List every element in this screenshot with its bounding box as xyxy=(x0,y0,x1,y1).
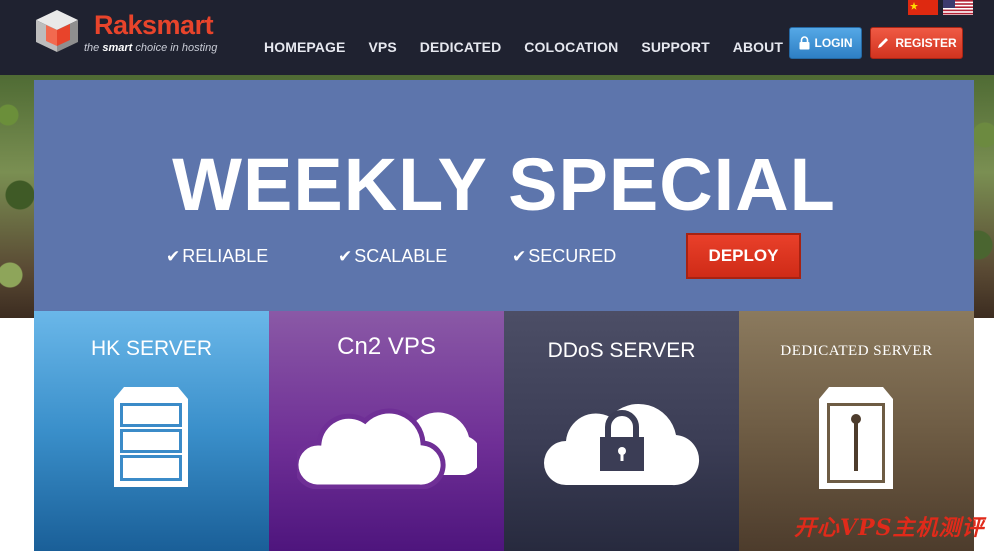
nav-support[interactable]: SUPPORT xyxy=(641,39,709,57)
register-button[interactable]: REGISTER xyxy=(870,27,963,59)
nav-about[interactable]: ABOUT xyxy=(733,39,783,57)
card-title: Cn2 VPS xyxy=(337,333,436,360)
cn-flag-icon[interactable] xyxy=(908,0,938,15)
main-nav: HOMEPAGE VPS DEDICATED COLOCATION SUPPOR… xyxy=(264,39,806,57)
card-ddos-server[interactable]: DDoS SERVER xyxy=(504,311,739,551)
card-cn2-vps[interactable]: Cn2 VPS xyxy=(269,311,504,551)
hero-panel: WEEKLY SPECIAL ✔ RELIABLE ✔ SCALABLE ✔ SECU… xyxy=(34,80,974,318)
server-rack-icon xyxy=(114,387,188,487)
check-icon: ✔ xyxy=(166,247,181,266)
login-label: LOGIN xyxy=(814,36,853,50)
feature-scalable: ✔ SCALABLE xyxy=(338,246,448,266)
nav-colocation[interactable]: COLOCATION xyxy=(524,39,618,57)
brand-name: Raksmart xyxy=(94,10,214,40)
hero-title: WEEKLY SPECIAL xyxy=(172,143,836,226)
site-header: Raksmart the smart choice in hosting HOM… xyxy=(0,0,994,75)
nav-dedicated[interactable]: DEDICATED xyxy=(420,39,502,57)
us-flag-icon[interactable] xyxy=(943,0,973,15)
card-title: DEDICATED SERVER xyxy=(780,343,933,359)
card-title: HK SERVER xyxy=(91,337,212,360)
feature-reliable: ✔ RELIABLE xyxy=(166,246,269,266)
nav-homepage[interactable]: HOMEPAGE xyxy=(264,39,345,57)
dedicated-server-icon xyxy=(819,387,893,489)
deploy-button[interactable]: DEPLOY xyxy=(686,233,801,279)
feature-secured: ✔ SECURED xyxy=(512,246,617,266)
login-button[interactable]: LOGIN xyxy=(789,27,862,59)
watermark-text: 开心VPS主机测评 xyxy=(794,515,985,541)
cloud-lock-icon xyxy=(544,403,700,486)
nav-vps[interactable]: VPS xyxy=(368,39,396,57)
check-icon: ✔ xyxy=(338,247,353,266)
logo[interactable]: Raksmart the smart choice in hosting xyxy=(32,8,222,58)
check-icon: ✔ xyxy=(512,247,527,266)
card-title: DDoS SERVER xyxy=(547,339,696,362)
pencil-icon xyxy=(878,38,889,48)
brand-tagline: the smart choice in hosting xyxy=(84,42,218,54)
cloud-icon xyxy=(297,408,477,489)
logo-cube-icon xyxy=(36,10,78,52)
register-label: REGISTER xyxy=(895,36,957,50)
lock-icon xyxy=(799,36,809,50)
card-hk-server[interactable]: HK SERVER xyxy=(34,311,269,551)
